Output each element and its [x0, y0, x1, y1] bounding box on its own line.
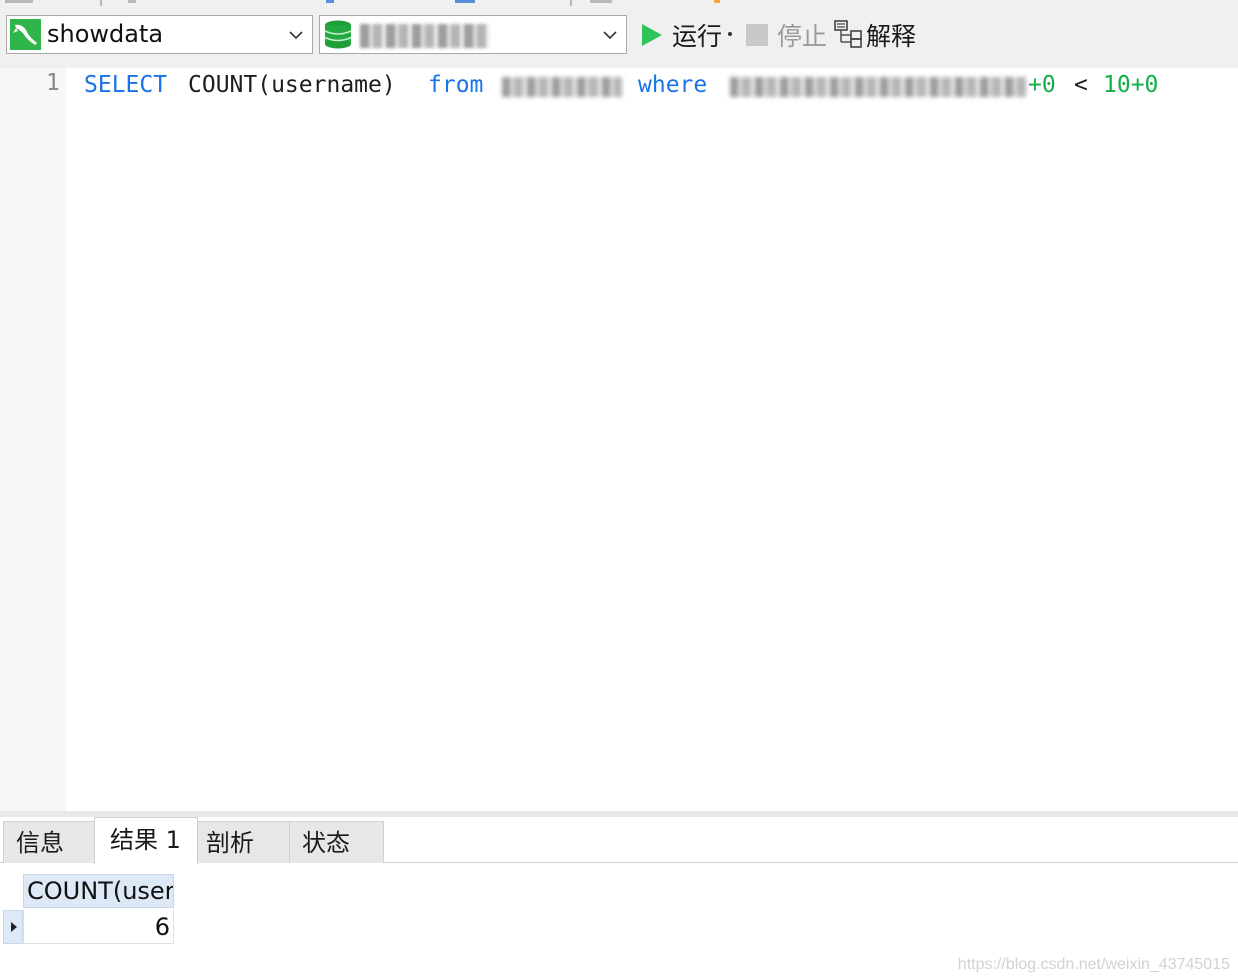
tab-info[interactable]: 信息 — [3, 821, 95, 863]
tab-result-1[interactable]: 结果 1 — [94, 817, 198, 864]
tab-profile[interactable]: 剖析 — [197, 821, 290, 863]
operator-less-than: < — [1074, 72, 1088, 98]
redacted-table-name — [502, 77, 622, 97]
row-indicator[interactable] — [3, 910, 23, 944]
line-number-gutter: 1 — [0, 68, 66, 811]
column-header-count[interactable]: COUNT(user — [23, 874, 174, 908]
database-select[interactable] — [319, 15, 627, 54]
explain-plan-icon — [834, 20, 862, 48]
redacted-database-name — [360, 24, 490, 48]
current-row-arrow-icon — [11, 922, 17, 932]
line-number: 1 — [46, 70, 60, 96]
watermark: https://blog.csdn.net/weixin_43745015 — [957, 956, 1230, 973]
count-function: COUNT(username) — [188, 72, 396, 98]
tab-status[interactable]: 状态 — [289, 821, 384, 863]
play-icon — [642, 24, 662, 46]
keyword-from: from — [428, 72, 484, 98]
result-cell[interactable]: 6 — [23, 910, 174, 944]
database-icon — [323, 19, 354, 50]
chevron-down-icon[interactable] — [602, 27, 618, 43]
number-literal: 10+0 — [1103, 72, 1159, 98]
upper-toolbar-remnant — [0, 0, 1238, 6]
run-button-label: 运行 — [672, 22, 723, 51]
stop-button[interactable]: 停止 — [745, 18, 827, 52]
run-dropdown-icon[interactable] — [728, 32, 733, 36]
redacted-column-name — [730, 77, 1026, 97]
explain-button[interactable]: 解释 — [834, 18, 916, 52]
chevron-down-icon[interactable] — [288, 27, 304, 43]
query-toolbar: showdata 运行 停止 解释 — [0, 0, 1238, 68]
keyword-where: where — [638, 72, 708, 98]
connection-select[interactable]: showdata — [6, 15, 313, 54]
stop-icon — [746, 24, 768, 46]
result-tabs: 信息 结果 1 剖析 状态 — [0, 817, 1238, 864]
connection-select-value: showdata — [47, 20, 164, 48]
sql-editor[interactable]: 1 SELECT COUNT(username) from where +0 <… — [0, 68, 1238, 811]
plus-zero: +0 — [1028, 72, 1056, 98]
stop-button-label: 停止 — [777, 22, 828, 51]
code-line-1[interactable]: SELECT COUNT(username) from where +0 < 1… — [84, 70, 1184, 100]
keyword-select: SELECT — [84, 72, 168, 98]
mysql-dolphin-icon — [10, 19, 41, 50]
explain-button-label: 解释 — [866, 22, 917, 51]
run-button[interactable]: 运行 — [640, 18, 733, 52]
